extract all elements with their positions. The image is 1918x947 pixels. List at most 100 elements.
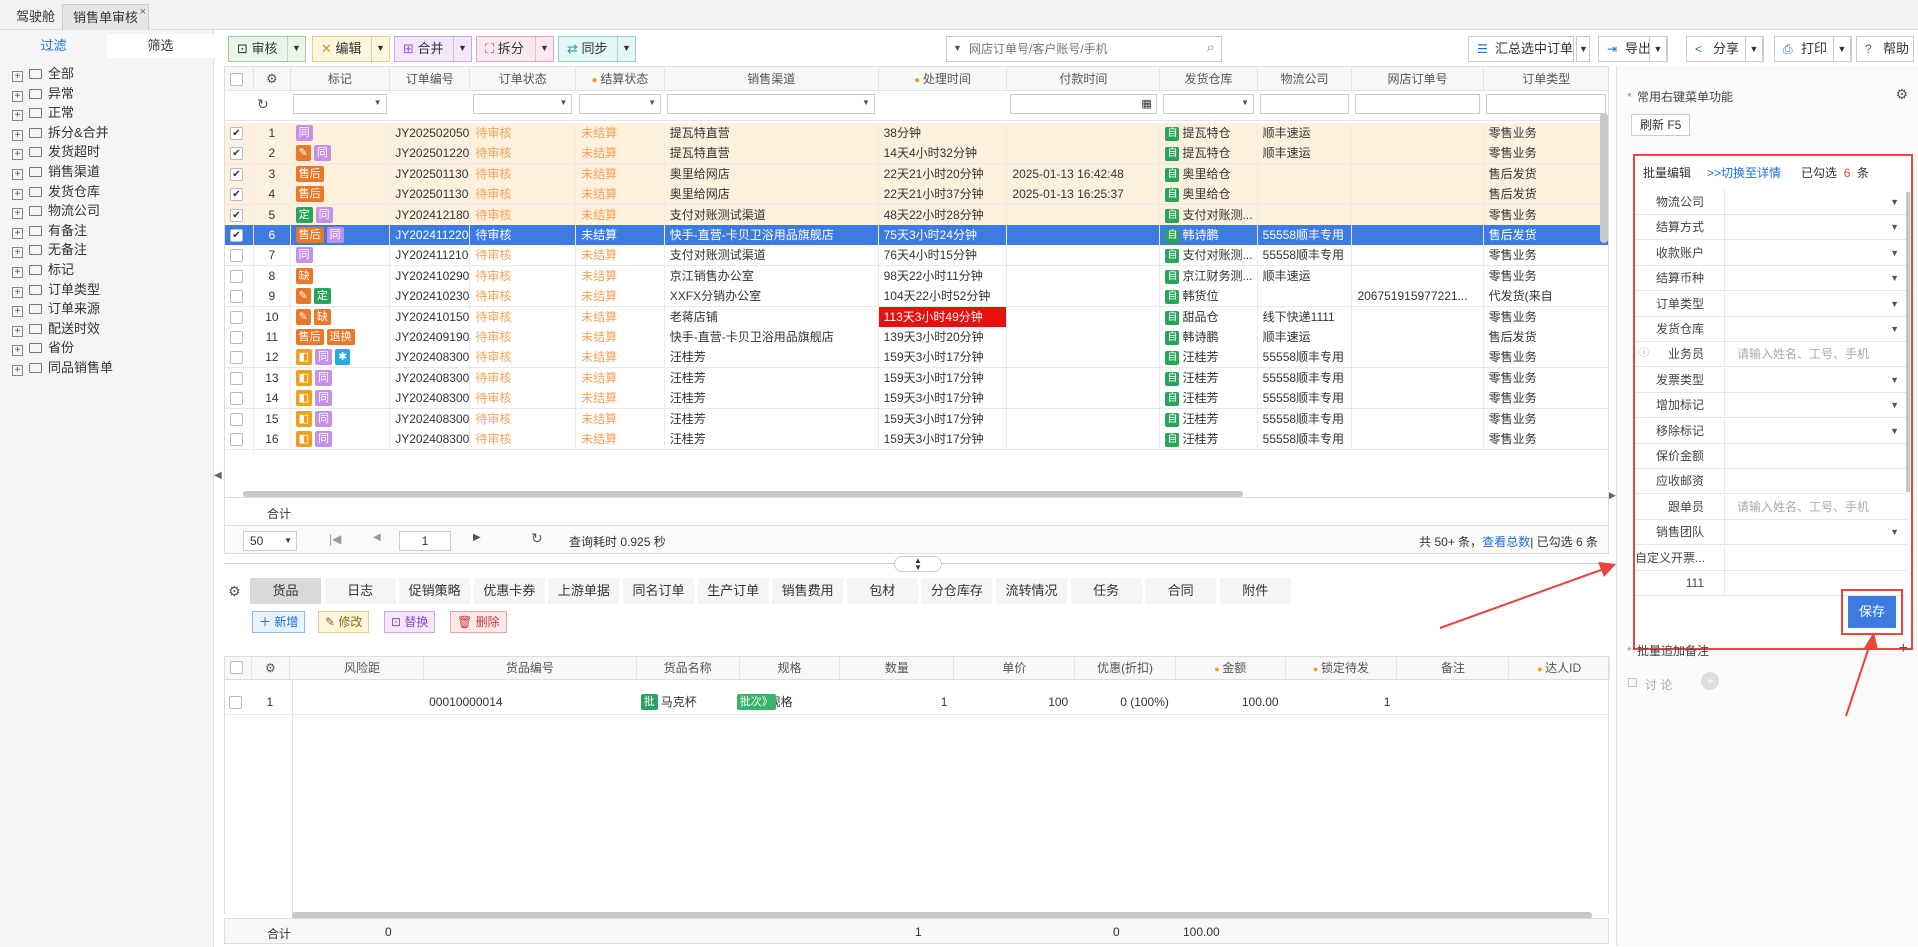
batch-field-row[interactable]: 发票类型 ▼ [1635,367,1907,393]
chevron-down-icon[interactable]: ▼ [287,36,305,62]
expand-icon[interactable]: + [12,325,23,337]
expand-icon[interactable]: + [12,188,23,200]
next-page-icon[interactable]: ▶ [473,532,481,543]
batch-field-input[interactable]: ▼ [1725,190,1907,214]
column-header[interactable]: 发货仓库 [1160,67,1258,91]
tree-item[interactable]: + 全部 [12,64,74,84]
calendar-icon[interactable]: ▦ [1141,97,1151,110]
batch-field-input[interactable] [1725,444,1907,468]
tab-sales-audit[interactable]: 销售单审核 × [62,4,150,30]
detail-column-header[interactable]: 货品名称 [637,657,740,679]
splitter[interactable]: ▲ ▼ [224,554,1609,574]
tree-item[interactable]: + 配送时效 [12,319,100,339]
batch-field-input[interactable] [1725,469,1907,493]
gear-icon[interactable]: ⚙ [266,71,278,86]
merge-button[interactable]: ⊞ 合并 ▼ [394,36,472,62]
table-row[interactable]: 15◧同JY202408300010待审核未结算汪桂芳159天3小时17分钟自汪… [225,408,1608,433]
delete-button[interactable]: 🗑 删除 [450,611,507,633]
table-row[interactable]: ✔ 2✎同 JY202501220001 待审核 未结算 提瓦特直营 14天4小时32分钟 自… [225,143,1608,168]
gear-icon[interactable]: ⚙ [265,661,276,675]
detail-column-header[interactable]: ● 金额 [1176,657,1286,679]
batch-field-input[interactable]: ▼ [1725,317,1907,341]
tree-item[interactable]: + 省份 [12,338,74,358]
expand-icon[interactable]: + [12,306,23,318]
batch-field-input[interactable]: ▼ [1725,393,1907,417]
row-checkbox[interactable]: ✔ [230,147,243,161]
modify-button[interactable]: ✎ 修改 [318,611,370,633]
column-header[interactable]: 物流公司 [1258,67,1353,91]
column-header[interactable]: ● 结算状态 [576,67,665,91]
tree-item[interactable]: + 标记 [12,260,74,280]
split-button[interactable]: ⛶ 拆分 ▼ [476,36,554,62]
batch-field-input[interactable]: ▼ [1725,520,1907,544]
tree-item[interactable]: + 发货超时 [12,142,100,162]
chevron-down-icon[interactable]: ▼ [1890,292,1899,316]
chevron-down-icon[interactable]: ▼ [1890,215,1899,239]
chevron-down-icon[interactable]: ▼ [1890,520,1899,544]
table-row[interactable]: ✔ 3售后 JY202501130004 待审核 未结算 奥里给网店 22天21小时20分钟… [225,163,1608,188]
column-filter[interactable] [293,94,387,114]
collapse-left-icon[interactable]: ◀ [214,470,222,500]
batch-field-row[interactable]: 结算币种 ▼ [1635,266,1907,292]
expand-icon[interactable]: + [12,227,23,239]
row-checkbox[interactable] [230,249,243,263]
edit-button[interactable]: ✕ 编辑 ▼ [312,36,390,62]
chevron-down-icon[interactable]: ▼ [1890,317,1899,341]
batch-field-row[interactable]: 保价金额 [1635,444,1907,469]
chevron-down-icon[interactable]: ▼ [1833,36,1851,62]
column-header[interactable]: 标记 [291,67,391,91]
row-checkbox[interactable] [230,371,243,385]
gear-icon[interactable]: ⚙ [1895,86,1908,103]
expand-icon[interactable]: + [12,247,23,259]
chevron-down-icon[interactable]: ▼ [1890,190,1899,214]
column-filter[interactable] [578,94,662,114]
detail-tab[interactable]: 货品 [250,578,321,604]
column-header[interactable]: 订单类型 [1484,67,1608,91]
column-header[interactable]: ● 处理时间 [879,67,1008,91]
export-button[interactable]: ⇥ 导出 ▼ [1598,36,1668,62]
batch-field-row[interactable]: 增加标记 ▼ [1635,393,1907,419]
detail-tab[interactable]: 合同 [1145,578,1217,604]
grid-h-scrollbar[interactable] [243,491,1243,497]
detail-column-header[interactable]: ● 达人ID [1509,657,1610,679]
column-filter[interactable] [1354,94,1480,114]
row-checkbox-cell[interactable] [225,429,255,453]
detail-tab[interactable]: 日志 [324,578,396,604]
detail-tab[interactable]: 附件 [1219,578,1291,604]
grid-scrollbar[interactable] [1600,113,1608,243]
expand-icon[interactable]: + [12,286,23,298]
column-header[interactable]: 订单状态 [470,67,577,91]
expand-icon[interactable]: + [12,169,23,180]
chevron-down-icon[interactable]: ▼ [535,36,553,62]
table-row[interactable]: 14◧同JY202408300011待审核未结算汪桂芳159天3小时17分钟自汪… [225,388,1608,413]
detail-tab[interactable]: 促销策略 [399,578,471,604]
row-checkbox[interactable] [230,433,243,446]
tree-item[interactable]: + 物流公司 [12,201,100,221]
row-checkbox[interactable] [230,290,243,304]
table-row[interactable]: 11售后退换 JY202409190001 待审核 未结算 快手-直营-卡贝卫浴用品旗舰… [225,327,1608,351]
column-filter[interactable] [1486,94,1607,114]
chevron-down-icon[interactable]: ▼ [1745,36,1763,62]
splitter-handle-icon[interactable]: ▲ ▼ [894,556,942,572]
expand-icon[interactable]: + [12,90,23,102]
expand-icon[interactable]: + [12,110,23,122]
table-row[interactable]: ✔ 4售后 JY202501130002 待审核 未结算 奥里给网店 22天21小时37分钟… [225,184,1608,209]
batch-field-input[interactable]: ▼ [1725,419,1907,443]
chevron-down-icon[interactable]: ▼ [617,36,635,62]
summary-dropdown[interactable]: ▼ [1576,36,1590,62]
expand-icon[interactable]: + [12,208,23,220]
search-box[interactable]: ▼ ⌕ [946,36,1222,62]
table-row[interactable]: 7同 JY202411210007 待审核 未结算 支付对账测试渠道 76天4小时15分钟… [225,245,1608,270]
table-row[interactable]: 8缺 JY202410290001 待审核 未结算 京江销售办公室 98天22小时11分钟… [225,265,1608,290]
batch-field-row[interactable]: 发货仓库 ▼ [1635,317,1907,342]
add-button[interactable]: ＋ 新增 [252,611,306,633]
batch-field-input[interactable]: ▼ [1725,241,1907,265]
page-input[interactable]: 1 [399,531,451,551]
gear-icon[interactable]: ⚙ [228,583,241,600]
expand-icon[interactable]: + [12,71,23,82]
batch-field-input[interactable]: ▼ [1725,266,1907,290]
chevron-down-icon[interactable]: ▼ [953,43,962,53]
row-checkbox[interactable] [230,392,243,406]
row-checkbox[interactable] [230,331,243,344]
batch-field-row[interactable]: 自定义开票... [1635,545,1907,571]
